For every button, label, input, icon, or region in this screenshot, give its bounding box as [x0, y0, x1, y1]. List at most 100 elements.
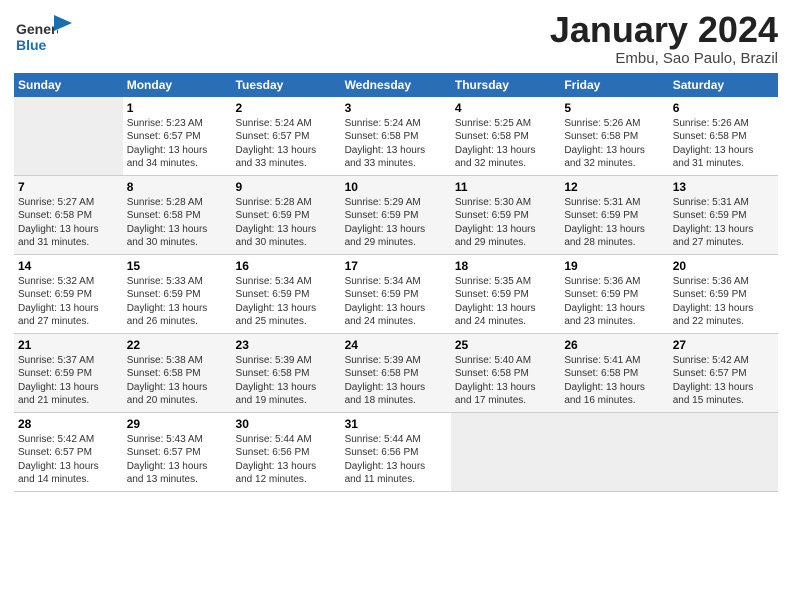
day-number: 22: [127, 338, 228, 352]
day-number: 30: [236, 417, 337, 431]
day-info: Sunrise: 5:31 AM Sunset: 6:59 PM Dayligh…: [673, 196, 774, 250]
calendar-cell: 26 Sunrise: 5:41 AM Sunset: 6:58 PM Dayli…: [560, 333, 668, 412]
day-number: 13: [673, 180, 774, 194]
calendar-cell: [451, 412, 560, 491]
col-wednesday: Wednesday: [341, 73, 451, 97]
day-number: 15: [127, 259, 228, 273]
calendar-table: Sunday Monday Tuesday Wednesday Thursday…: [14, 73, 778, 492]
day-info: Sunrise: 5:36 AM Sunset: 6:59 PM Dayligh…: [564, 275, 664, 329]
day-number: 23: [236, 338, 337, 352]
title-month: January 2024: [550, 10, 778, 50]
day-number: 19: [564, 259, 664, 273]
day-number: 11: [455, 180, 556, 194]
day-info: Sunrise: 5:34 AM Sunset: 6:59 PM Dayligh…: [345, 275, 447, 329]
calendar-cell: 13 Sunrise: 5:31 AM Sunset: 6:59 PM Dayli…: [669, 175, 778, 254]
day-info: Sunrise: 5:31 AM Sunset: 6:59 PM Dayligh…: [564, 196, 664, 250]
day-number: 2: [236, 101, 337, 115]
svg-text:Blue: Blue: [16, 37, 47, 53]
calendar-cell: 27 Sunrise: 5:42 AM Sunset: 6:57 PM Dayli…: [669, 333, 778, 412]
title-location: Embu, Sao Paulo, Brazil: [550, 50, 778, 67]
day-number: 9: [236, 180, 337, 194]
day-number: 20: [673, 259, 774, 273]
day-info: Sunrise: 5:37 AM Sunset: 6:59 PM Dayligh…: [18, 354, 119, 408]
day-number: 27: [673, 338, 774, 352]
day-number: 16: [236, 259, 337, 273]
day-info: Sunrise: 5:36 AM Sunset: 6:59 PM Dayligh…: [673, 275, 774, 329]
day-number: 21: [18, 338, 119, 352]
calendar-cell: 7Sunrise: 5:27 AM Sunset: 6:58 PM Daylig…: [14, 175, 123, 254]
calendar-cell: 23 Sunrise: 5:39 AM Sunset: 6:58 PM Dayli…: [232, 333, 341, 412]
day-number: 29: [127, 417, 228, 431]
header-row: Sunday Monday Tuesday Wednesday Thursday…: [14, 73, 778, 97]
day-number: 6: [673, 101, 774, 115]
day-info: Sunrise: 5:28 AM Sunset: 6:58 PM Dayligh…: [127, 196, 228, 250]
day-number: 31: [345, 417, 447, 431]
day-number: 17: [345, 259, 447, 273]
day-info: Sunrise: 5:43 AM Sunset: 6:57 PM Dayligh…: [127, 433, 228, 487]
calendar-cell: 5 Sunrise: 5:26 AM Sunset: 6:58 PM Daylig…: [560, 97, 668, 176]
calendar-cell: 10Sunrise: 5:29 AM Sunset: 6:59 PM Dayli…: [341, 175, 451, 254]
day-info: Sunrise: 5:25 AM Sunset: 6:58 PM Dayligh…: [455, 117, 556, 171]
day-info: Sunrise: 5:24 AM Sunset: 6:57 PM Dayligh…: [236, 117, 337, 171]
calendar-cell: 17 Sunrise: 5:34 AM Sunset: 6:59 PM Dayli…: [341, 254, 451, 333]
calendar-cell: 15 Sunrise: 5:33 AM Sunset: 6:59 PM Dayli…: [123, 254, 232, 333]
col-sunday: Sunday: [14, 73, 123, 97]
calendar-cell: 19 Sunrise: 5:36 AM Sunset: 6:59 PM Dayli…: [560, 254, 668, 333]
day-number: 14: [18, 259, 119, 273]
day-number: 24: [345, 338, 447, 352]
day-info: Sunrise: 5:40 AM Sunset: 6:58 PM Dayligh…: [455, 354, 556, 408]
day-number: 28: [18, 417, 119, 431]
day-info: Sunrise: 5:28 AM Sunset: 6:59 PM Dayligh…: [236, 196, 337, 250]
logo: General Blue: [14, 14, 72, 58]
title-block: January 2024 Embu, Sao Paulo, Brazil: [550, 10, 778, 67]
day-number: 12: [564, 180, 664, 194]
calendar-week-2: 7Sunrise: 5:27 AM Sunset: 6:58 PM Daylig…: [14, 175, 778, 254]
calendar-cell: 24Sunrise: 5:39 AM Sunset: 6:58 PM Dayli…: [341, 333, 451, 412]
col-tuesday: Tuesday: [232, 73, 341, 97]
calendar-cell: 21 Sunrise: 5:37 AM Sunset: 6:59 PM Dayli…: [14, 333, 123, 412]
day-info: Sunrise: 5:39 AM Sunset: 6:58 PM Dayligh…: [236, 354, 337, 408]
day-info: Sunrise: 5:42 AM Sunset: 6:57 PM Dayligh…: [673, 354, 774, 408]
calendar-cell: [14, 97, 123, 176]
calendar-cell: 6 Sunrise: 5:26 AM Sunset: 6:58 PM Daylig…: [669, 97, 778, 176]
calendar-cell: 8Sunrise: 5:28 AM Sunset: 6:58 PM Daylig…: [123, 175, 232, 254]
calendar-cell: [560, 412, 668, 491]
calendar-cell: 18Sunrise: 5:35 AM Sunset: 6:59 PM Dayli…: [451, 254, 560, 333]
day-info: Sunrise: 5:27 AM Sunset: 6:58 PM Dayligh…: [18, 196, 119, 250]
calendar-cell: 16Sunrise: 5:34 AM Sunset: 6:59 PM Dayli…: [232, 254, 341, 333]
day-info: Sunrise: 5:35 AM Sunset: 6:59 PM Dayligh…: [455, 275, 556, 329]
day-info: Sunrise: 5:44 AM Sunset: 6:56 PM Dayligh…: [236, 433, 337, 487]
day-info: Sunrise: 5:38 AM Sunset: 6:58 PM Dayligh…: [127, 354, 228, 408]
day-info: Sunrise: 5:26 AM Sunset: 6:58 PM Dayligh…: [564, 117, 664, 171]
col-friday: Friday: [560, 73, 668, 97]
calendar-week-1: 1Sunrise: 5:23 AM Sunset: 6:57 PM Daylig…: [14, 97, 778, 176]
day-number: 4: [455, 101, 556, 115]
calendar-cell: 1Sunrise: 5:23 AM Sunset: 6:57 PM Daylig…: [123, 97, 232, 176]
calendar-cell: 12 Sunrise: 5:31 AM Sunset: 6:59 PM Dayli…: [560, 175, 668, 254]
day-info: Sunrise: 5:42 AM Sunset: 6:57 PM Dayligh…: [18, 433, 119, 487]
calendar-cell: 2 Sunrise: 5:24 AM Sunset: 6:57 PM Daylig…: [232, 97, 341, 176]
day-number: 5: [564, 101, 664, 115]
calendar-cell: 4 Sunrise: 5:25 AM Sunset: 6:58 PM Daylig…: [451, 97, 560, 176]
day-number: 26: [564, 338, 664, 352]
day-number: 25: [455, 338, 556, 352]
day-info: Sunrise: 5:41 AM Sunset: 6:58 PM Dayligh…: [564, 354, 664, 408]
calendar-cell: 20 Sunrise: 5:36 AM Sunset: 6:59 PM Dayli…: [669, 254, 778, 333]
col-saturday: Saturday: [669, 73, 778, 97]
calendar-week-3: 14Sunrise: 5:32 AM Sunset: 6:59 PM Dayli…: [14, 254, 778, 333]
calendar-cell: 11 Sunrise: 5:30 AM Sunset: 6:59 PM Dayli…: [451, 175, 560, 254]
day-info: Sunrise: 5:30 AM Sunset: 6:59 PM Dayligh…: [455, 196, 556, 250]
calendar-cell: [669, 412, 778, 491]
day-info: Sunrise: 5:29 AM Sunset: 6:59 PM Dayligh…: [345, 196, 447, 250]
calendar-week-5: 28 Sunrise: 5:42 AM Sunset: 6:57 PM Dayli…: [14, 412, 778, 491]
calendar-cell: 3Sunrise: 5:24 AM Sunset: 6:58 PM Daylig…: [341, 97, 451, 176]
day-info: Sunrise: 5:33 AM Sunset: 6:59 PM Dayligh…: [127, 275, 228, 329]
day-number: 1: [127, 101, 228, 115]
calendar-cell: 22 Sunrise: 5:38 AM Sunset: 6:58 PM Dayli…: [123, 333, 232, 412]
day-info: Sunrise: 5:44 AM Sunset: 6:56 PM Dayligh…: [345, 433, 447, 487]
day-info: Sunrise: 5:26 AM Sunset: 6:58 PM Dayligh…: [673, 117, 774, 171]
calendar-cell: 30 Sunrise: 5:44 AM Sunset: 6:56 PM Dayli…: [232, 412, 341, 491]
calendar-cell: 31 Sunrise: 5:44 AM Sunset: 6:56 PM Dayli…: [341, 412, 451, 491]
calendar-cell: 9 Sunrise: 5:28 AM Sunset: 6:59 PM Daylig…: [232, 175, 341, 254]
header: General Blue January 2024 Embu, Sao Paul…: [14, 10, 778, 67]
